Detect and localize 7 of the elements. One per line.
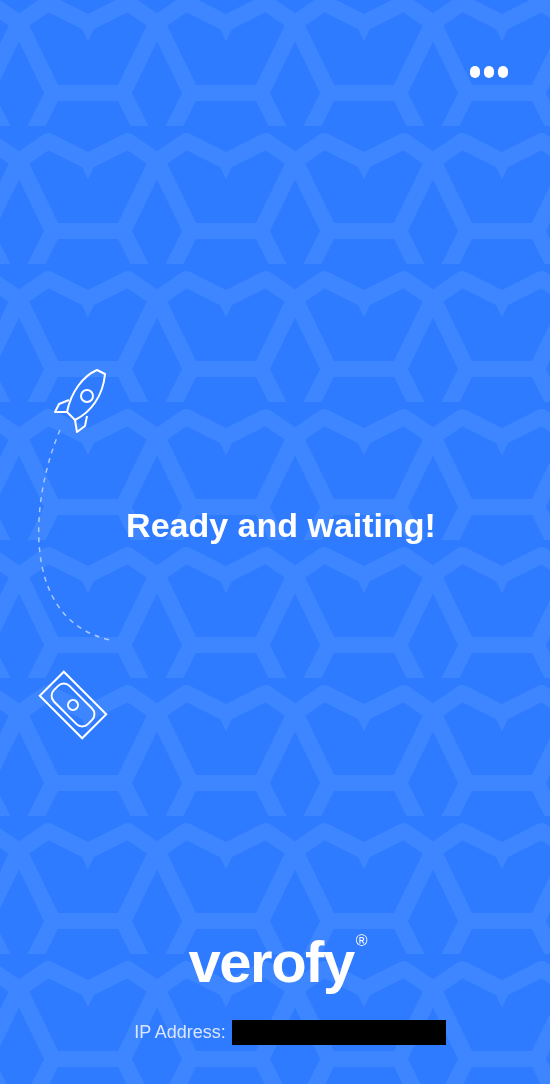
rocket-icon xyxy=(54,369,106,433)
more-options-button[interactable] xyxy=(468,64,510,80)
registered-mark: ® xyxy=(355,933,368,951)
banknote-icon xyxy=(38,670,108,740)
more-icon xyxy=(470,66,508,78)
status-message: Ready and waiting! xyxy=(126,505,436,546)
ip-address-label: IP Address: xyxy=(134,1021,226,1044)
